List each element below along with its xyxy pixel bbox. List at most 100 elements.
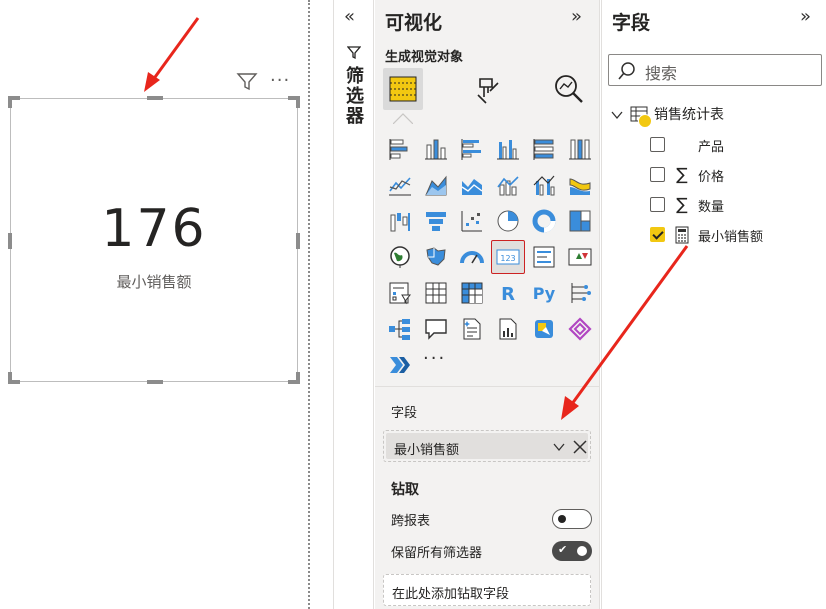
drill-through-title: 钻取	[391, 482, 419, 498]
100-stacked-bar-chart-icon[interactable]	[527, 132, 561, 166]
gauge-icon[interactable]	[455, 240, 489, 274]
qa-visual-icon[interactable]	[419, 312, 453, 346]
resize-handle[interactable]	[296, 96, 300, 108]
field-chip-label: 最小销售额	[394, 443, 460, 458]
clustered-bar-chart-icon[interactable]	[455, 132, 489, 166]
field-checkbox[interactable]	[650, 137, 665, 152]
stacked-bar-chart-icon[interactable]	[383, 132, 417, 166]
paginated-report-icon[interactable]	[491, 312, 525, 346]
resize-handle[interactable]	[8, 96, 12, 108]
more-visuals-icon[interactable]: ···	[423, 348, 446, 369]
resize-handle[interactable]	[8, 372, 12, 384]
analytics-tab[interactable]	[549, 68, 589, 110]
table-visual-icon[interactable]	[419, 276, 453, 310]
keep-all-filters-label: 保留所有筛选器	[391, 546, 483, 561]
sigma-icon: ∑	[676, 195, 688, 215]
resize-handle[interactable]	[147, 96, 163, 100]
field-name: 最小销售额	[698, 230, 764, 245]
annotation-arrow	[561, 245, 689, 420]
chevron-down-icon[interactable]	[610, 108, 624, 122]
filter-icon[interactable]	[236, 72, 258, 92]
slicer-icon[interactable]	[383, 276, 417, 310]
100-stacked-column-chart-icon[interactable]	[563, 132, 597, 166]
decomposition-tree-icon[interactable]	[383, 312, 417, 346]
field-item-quantity[interactable]: ∑ 数量	[650, 194, 820, 216]
cross-report-label: 跨报表	[391, 514, 431, 529]
build-visual-tab[interactable]	[383, 68, 423, 110]
pane-title: 可视化	[385, 12, 443, 34]
svg-text:123: 123	[500, 254, 515, 263]
field-item-product[interactable]: 产品	[650, 134, 820, 156]
field-name: 产品	[698, 140, 725, 155]
r-script-visual-icon[interactable]: R	[491, 276, 525, 310]
search-input[interactable]: 搜索	[608, 54, 822, 86]
svg-text:R: R	[501, 284, 515, 305]
field-item-price[interactable]: ∑ 价格	[650, 164, 820, 186]
search-icon	[618, 62, 635, 80]
expand-icon[interactable]: »	[571, 6, 582, 27]
check-badge-icon	[638, 114, 652, 128]
filter-icon	[347, 46, 361, 60]
filters-label[interactable]: 筛选器	[342, 66, 366, 126]
matrix-icon[interactable]	[455, 276, 489, 310]
smart-narrative-icon[interactable]	[455, 312, 489, 346]
line-chart-icon[interactable]	[383, 168, 417, 202]
funnel-chart-icon[interactable]	[419, 204, 453, 238]
line-and-clustered-column-chart-icon[interactable]	[527, 168, 561, 202]
close-icon[interactable]	[572, 439, 588, 455]
filled-map-icon[interactable]	[419, 240, 453, 274]
resize-handle[interactable]	[296, 372, 300, 384]
format-visual-tab[interactable]	[467, 68, 507, 110]
more-options-icon[interactable]: ···	[270, 70, 290, 91]
pane-subtitle: 生成视觉对象	[385, 50, 464, 65]
check-icon: ✔	[558, 543, 568, 556]
card-visual-icon[interactable]: 123	[491, 240, 525, 274]
area-chart-icon[interactable]	[419, 168, 453, 202]
donut-chart-icon[interactable]	[527, 204, 561, 238]
canvas-border	[308, 0, 310, 609]
toggle-knob	[558, 515, 566, 523]
keep-all-filters-toggle[interactable]: ✔	[552, 541, 592, 561]
pie-chart-icon[interactable]	[491, 204, 525, 238]
fields-well[interactable]: 最小销售额	[383, 430, 591, 462]
table-node[interactable]: 销售统计表	[610, 104, 820, 128]
field-chip[interactable]: 最小销售额	[386, 433, 588, 459]
clustered-column-chart-icon[interactable]	[491, 132, 525, 166]
field-checkbox[interactable]	[650, 167, 665, 182]
field-name: 数量	[698, 200, 725, 215]
search-placeholder: 搜索	[645, 64, 678, 83]
ribbon-chart-icon[interactable]	[563, 168, 597, 202]
table-name: 销售统计表	[654, 107, 724, 123]
scatter-chart-icon[interactable]	[455, 204, 489, 238]
tab-indicator	[393, 113, 413, 124]
fields-well-label: 字段	[391, 406, 418, 421]
build-visual-icon	[389, 76, 417, 102]
analytics-magnifier-icon	[555, 75, 583, 103]
cross-report-toggle[interactable]	[552, 509, 592, 529]
annotation-arrow	[144, 17, 200, 92]
drill-through-drop-zone[interactable]: 在此处添加钻取字段	[383, 574, 591, 606]
treemap-icon[interactable]	[563, 204, 597, 238]
collapse-icon[interactable]: «	[344, 6, 355, 27]
card-label: 最小销售额	[116, 273, 192, 291]
report-canvas: 176 最小销售额 ···	[0, 0, 310, 609]
svg-text:Py: Py	[533, 284, 556, 303]
power-automate-chevron-icon[interactable]	[383, 348, 417, 382]
field-checkbox[interactable]	[650, 197, 665, 212]
field-name: 价格	[698, 170, 725, 185]
pane-title: 字段	[612, 12, 651, 34]
filters-pane-collapsed[interactable]: « 筛选器	[333, 0, 374, 609]
chevron-down-icon[interactable]	[552, 440, 566, 454]
toggle-knob	[577, 546, 587, 556]
drill-through-placeholder: 在此处添加钻取字段	[392, 587, 510, 602]
card-value: 176	[101, 199, 207, 259]
expand-icon[interactable]: »	[800, 6, 811, 27]
map-icon[interactable]	[383, 240, 417, 274]
stacked-column-chart-icon[interactable]	[419, 132, 453, 166]
format-brush-icon	[477, 78, 499, 104]
line-and-stacked-column-chart-icon[interactable]	[491, 168, 525, 202]
card-visual[interactable]: 176 最小销售额	[8, 96, 300, 384]
waterfall-chart-icon[interactable]	[383, 204, 417, 238]
resize-handle[interactable]	[147, 380, 163, 384]
stacked-area-chart-icon[interactable]	[455, 168, 489, 202]
